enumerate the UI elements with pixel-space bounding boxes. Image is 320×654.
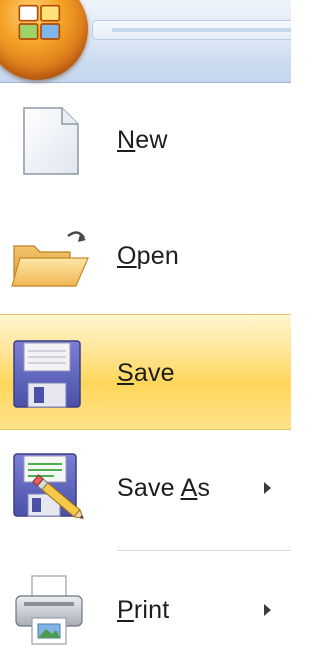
submenu-arrow-icon <box>264 604 271 616</box>
menu-item-label: Open <box>117 242 179 270</box>
menu-item-print[interactable]: Print <box>0 556 291 654</box>
menu-item-open[interactable]: Open <box>0 198 291 314</box>
menu-item-label: New <box>117 126 168 154</box>
submenu-arrow-icon <box>264 482 271 494</box>
menu-item-save-as[interactable]: Save As <box>0 430 291 546</box>
open-folder-icon <box>11 231 89 287</box>
new-document-icon <box>23 107 79 175</box>
office-logo-icon <box>18 4 61 40</box>
office-menu-window: New Open Save Save As Print <box>0 0 291 654</box>
menu-item-label: Save As <box>117 474 211 502</box>
menu-item-save[interactable]: Save <box>0 314 291 430</box>
menu-item-label: Print <box>117 596 170 624</box>
save-disk-icon <box>13 340 81 408</box>
menu-item-label: Save <box>117 359 175 387</box>
save-as-icon <box>13 453 84 520</box>
printer-icon <box>15 575 83 645</box>
menu-item-new[interactable]: New <box>0 82 291 198</box>
menu-separator <box>117 550 291 551</box>
toolbar-divider <box>112 28 291 32</box>
